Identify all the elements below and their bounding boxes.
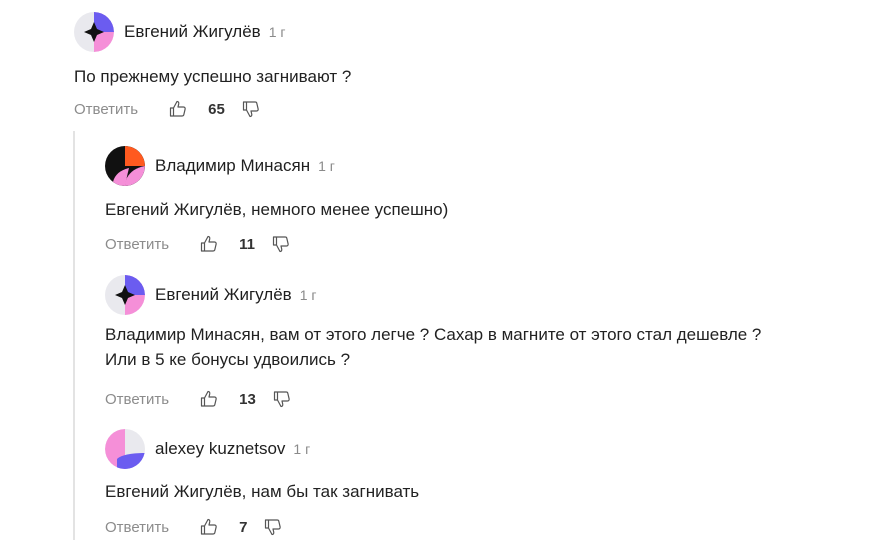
dislike-icon[interactable] xyxy=(271,234,291,254)
author-name[interactable]: Владимир Минасян xyxy=(155,156,310,176)
comment-time: 1 г xyxy=(318,158,335,174)
comment-actions: Ответить 7 xyxy=(105,515,419,539)
comment: Владимир Минасян 1 г Евгений Жигулёв, не… xyxy=(105,146,448,256)
dislike-icon[interactable] xyxy=(241,99,261,119)
like-icon[interactable] xyxy=(199,234,219,254)
avatar[interactable] xyxy=(105,146,145,186)
comment-header: Евгений Жигулёв 1 г xyxy=(105,275,761,315)
comment-actions: Ответить 11 xyxy=(105,232,448,256)
reply-button[interactable]: Ответить xyxy=(105,391,169,408)
like-count: 65 xyxy=(208,100,225,118)
comment: Евгений Жигулёв 1 г Владимир Минасян, ва… xyxy=(105,275,761,411)
like-icon[interactable] xyxy=(168,99,188,119)
avatar-star-icon xyxy=(105,275,145,315)
dislike-icon[interactable] xyxy=(263,517,283,537)
comment-text-line: Владимир Минасян, вам от этого легче ? С… xyxy=(105,325,762,344)
comment: Евгений Жигулёв 1 г По прежнему успешно … xyxy=(74,12,351,121)
avatar-abstract-icon xyxy=(105,429,145,469)
comment-text: По прежнему успешно загнивают ? xyxy=(74,67,352,86)
avatar[interactable] xyxy=(74,12,114,52)
comment-text: Евгений Жигулёв, нам бы так загнивать xyxy=(105,482,420,501)
comment: alexey kuznetsov 1 г Евгений Жигулёв, на… xyxy=(105,429,419,539)
author-name[interactable]: alexey kuznetsov xyxy=(155,439,285,459)
avatar-abstract-icon xyxy=(105,146,145,186)
like-count: 11 xyxy=(239,235,255,253)
like-count: 13 xyxy=(239,390,256,408)
comment-time: 1 г xyxy=(299,287,317,303)
avatar[interactable] xyxy=(105,275,145,315)
comment-actions: Ответить 13 xyxy=(105,387,761,411)
reply-button[interactable]: Ответить xyxy=(105,519,169,536)
thread-line xyxy=(73,131,75,540)
dislike-icon[interactable] xyxy=(272,389,292,409)
like-count: 7 xyxy=(239,518,248,536)
comment-text: Владимир Минасян, вам от этого легче ? С… xyxy=(105,322,761,372)
like-icon[interactable] xyxy=(199,517,219,537)
author-name[interactable]: Евгений Жигулёв xyxy=(124,22,261,42)
comment-text: Евгений Жигулёв, немного менее успешно) xyxy=(105,200,449,219)
comment-actions: Ответить 65 xyxy=(74,97,351,121)
comment-time: 1 г xyxy=(293,441,311,457)
avatar-star-icon xyxy=(74,12,114,52)
comment-text-line: Или в 5 ке бонусы удвоились ? xyxy=(105,350,351,369)
reply-button[interactable]: Ответить xyxy=(105,236,169,253)
reply-button[interactable]: Ответить xyxy=(74,101,138,118)
like-icon[interactable] xyxy=(199,389,219,409)
author-name[interactable]: Евгений Жигулёв xyxy=(155,285,292,305)
comment-time: 1 г xyxy=(268,24,286,40)
comment-header: alexey kuznetsov 1 г xyxy=(105,429,419,469)
comment-header: Владимир Минасян 1 г xyxy=(105,146,448,186)
avatar[interactable] xyxy=(105,429,145,469)
comment-header: Евгений Жигулёв 1 г xyxy=(74,12,351,52)
